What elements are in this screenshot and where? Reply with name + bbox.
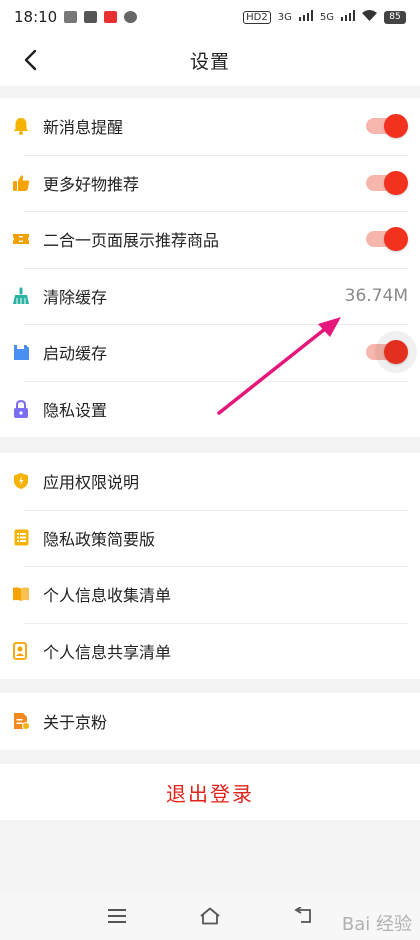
home-icon bbox=[200, 907, 220, 925]
shield-icon bbox=[12, 472, 30, 490]
toggle-track bbox=[366, 344, 404, 361]
red-app-icon bbox=[104, 11, 118, 23]
app-notification-icon bbox=[84, 11, 98, 23]
setting-clear-cache[interactable]: 清除缓存 36.74M bbox=[0, 267, 420, 325]
signal-icon bbox=[298, 10, 313, 24]
setting-label: 关于京粉 bbox=[43, 713, 108, 733]
setting-label: 应用权限说明 bbox=[43, 473, 140, 493]
setting-two-in-one-page[interactable]: 二合一页面展示推荐商品 bbox=[0, 211, 420, 268]
bell-icon bbox=[12, 117, 30, 136]
page-title: 设置 bbox=[189, 50, 230, 73]
toggle-knob bbox=[384, 340, 408, 365]
personal-info-sharing-item[interactable]: 个人信息共享清单 bbox=[0, 622, 420, 680]
watermark: Bai 经验 bbox=[342, 910, 412, 936]
setting-label: 二合一页面展示推荐商品 bbox=[43, 231, 220, 251]
logout-button[interactable]: 退出登录 bbox=[0, 764, 420, 820]
save-icon bbox=[12, 343, 30, 361]
home-button[interactable] bbox=[194, 900, 226, 932]
setting-privacy[interactable]: 隐私设置 bbox=[0, 380, 420, 438]
list-icon bbox=[12, 529, 30, 547]
setting-label: 个人信息共享清单 bbox=[43, 642, 172, 662]
setting-label: 启动缓存 bbox=[43, 344, 108, 364]
watermark-text: Bai 经验 bbox=[341, 914, 412, 935]
setting-label: 隐私政策简要版 bbox=[43, 529, 156, 549]
cache-size-value: 36.74M bbox=[344, 285, 408, 306]
status-bar: 18:10 HD2 3G 5G 85 bbox=[0, 0, 420, 34]
gallery-icon bbox=[64, 11, 78, 23]
ticket-icon bbox=[12, 230, 30, 248]
hd-indicator: HD2 bbox=[243, 10, 271, 24]
chevron-left-icon bbox=[24, 49, 37, 71]
back-button[interactable] bbox=[14, 44, 46, 76]
menu-button[interactable] bbox=[101, 900, 133, 932]
network-5g: 5G bbox=[319, 11, 334, 23]
more-recommendations-toggle[interactable] bbox=[366, 170, 408, 195]
info-doc-icon bbox=[12, 712, 30, 731]
logout-label: 退出登录 bbox=[166, 781, 254, 806]
share-doc-icon bbox=[12, 641, 30, 660]
return-icon bbox=[294, 907, 312, 923]
book-icon bbox=[12, 585, 30, 603]
app-permissions-item[interactable]: 应用权限说明 bbox=[0, 453, 420, 510]
toggle-knob bbox=[384, 114, 408, 139]
setting-label: 更多好物推荐 bbox=[43, 174, 140, 194]
two-in-one-page-toggle[interactable] bbox=[366, 227, 408, 252]
thumbs-up-icon bbox=[12, 174, 30, 192]
settings-group-privacy: 应用权限说明 隐私政策简要版 个人信息收集清单 个人信息共享清单 bbox=[0, 453, 420, 679]
startup-cache-toggle[interactable] bbox=[366, 331, 417, 374]
settings-group-main: 新消息提醒 更多好物推荐 二合一页面展示推荐商品 清除缓存 36.74M 启动缓… bbox=[0, 98, 420, 437]
setting-startup-cache[interactable]: 启动缓存 bbox=[0, 324, 420, 381]
back-nav-button[interactable] bbox=[287, 900, 319, 932]
wifi-icon bbox=[362, 10, 377, 24]
network-3g: 3G bbox=[277, 11, 292, 23]
battery-icon: 85 bbox=[384, 10, 406, 24]
personal-info-collection-item[interactable]: 个人信息收集清单 bbox=[0, 566, 420, 623]
privacy-policy-brief-item[interactable]: 隐私政策简要版 bbox=[0, 509, 420, 567]
toggle-knob bbox=[384, 227, 408, 252]
broom-icon bbox=[12, 287, 30, 305]
message-icon bbox=[124, 11, 138, 23]
setting-new-message-alert[interactable]: 新消息提醒 bbox=[0, 98, 420, 155]
setting-label: 隐私设置 bbox=[43, 400, 108, 420]
top-header: 设置 bbox=[0, 34, 420, 86]
signal-icon-2 bbox=[341, 10, 355, 24]
setting-label: 个人信息收集清单 bbox=[43, 586, 172, 606]
toggle-knob bbox=[384, 170, 408, 195]
lock-icon bbox=[12, 399, 30, 418]
status-time: 18:10 bbox=[14, 8, 58, 26]
settings-group-about: 关于京粉 bbox=[0, 693, 420, 750]
new-message-alert-toggle[interactable] bbox=[366, 114, 408, 139]
setting-label: 新消息提醒 bbox=[43, 118, 124, 138]
setting-label: 清除缓存 bbox=[43, 287, 108, 307]
about-jingfen-item[interactable]: 关于京粉 bbox=[0, 693, 420, 750]
menu-icon bbox=[107, 909, 126, 923]
setting-more-recommendations[interactable]: 更多好物推荐 bbox=[0, 154, 420, 212]
